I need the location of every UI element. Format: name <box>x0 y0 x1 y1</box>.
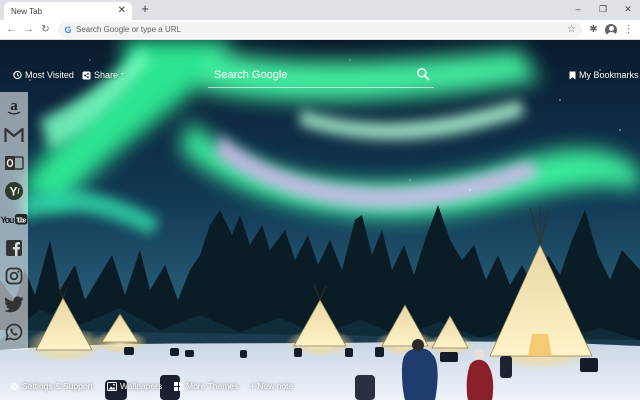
sidebar-item-facebook[interactable] <box>3 237 25 259</box>
omnibox-placeholder: Search Google or type a URL <box>76 25 181 34</box>
tab-new-tab[interactable]: New Tab ✕ <box>4 2 132 20</box>
sidebar-item-whatsapp[interactable] <box>3 321 25 343</box>
gmail-icon <box>4 127 24 142</box>
minimize-button[interactable]: – <box>568 2 588 16</box>
shortcuts-sidebar: a Y / You Tube <box>0 92 28 350</box>
twitter-icon <box>4 296 24 313</box>
forward-button[interactable]: → <box>22 23 35 36</box>
share-icon <box>82 71 91 79</box>
share-link[interactable]: Share + <box>82 70 125 80</box>
search-box <box>208 62 434 88</box>
bookmark-star-icon[interactable]: ☆ <box>567 24 576 36</box>
wallpaper <box>0 40 640 400</box>
share-label: Share <box>94 70 119 80</box>
profile-avatar-icon[interactable] <box>605 24 617 36</box>
new-tab-button[interactable]: + <box>138 2 152 16</box>
amazon-icon: a <box>7 98 21 115</box>
sidebar-item-instagram[interactable] <box>3 265 25 287</box>
sidebar-item-amazon[interactable]: a <box>3 96 25 118</box>
svg-text:Tube: Tube <box>16 218 27 225</box>
bookmark-icon <box>569 71 576 79</box>
sidebar-item-youtube[interactable]: You Tube <box>0 208 28 230</box>
svg-text:You: You <box>1 215 15 225</box>
wallpapers-link[interactable]: Wallpapers <box>107 381 162 391</box>
more-themes-label: More Themes <box>186 381 239 391</box>
close-icon[interactable]: ✕ <box>118 6 126 16</box>
instagram-icon <box>5 267 23 285</box>
settings-support-label: Settings & Support <box>22 381 93 391</box>
facebook-icon <box>6 240 22 256</box>
back-button[interactable]: ← <box>5 23 18 36</box>
most-visited-label: Most Visited <box>25 70 74 80</box>
gear-icon <box>10 382 19 390</box>
more-themes-link[interactable]: More Themes <box>174 381 238 391</box>
search-icon[interactable] <box>416 67 430 81</box>
new-note-label: + New note <box>250 381 294 391</box>
reload-button[interactable]: ↻ <box>39 23 52 36</box>
history-icon <box>12 70 22 80</box>
my-bookmarks-label: My Bookmarks <box>579 70 639 80</box>
sidebar-item-gmail[interactable] <box>3 124 25 146</box>
settings-support-link[interactable]: Settings & Support <box>10 381 93 391</box>
new-note-link[interactable]: + New note <box>250 381 293 391</box>
restore-button[interactable]: ❐ <box>593 2 613 16</box>
tab-title: New Tab <box>11 6 42 16</box>
most-visited-link[interactable]: Most Visited <box>12 70 74 80</box>
sidebar-item-outlook[interactable] <box>3 152 25 174</box>
wallpapers-label: Wallpapers <box>120 381 163 391</box>
omnibox[interactable]: G Search Google or type a URL ☆ <box>58 22 582 38</box>
share-superscript: + <box>121 72 125 78</box>
svg-text:Y: Y <box>9 185 17 199</box>
extensions-icon[interactable]: ✱ <box>587 23 600 36</box>
close-window-button[interactable]: ✕ <box>618 2 638 16</box>
grid-icon <box>174 381 183 391</box>
google-icon: G <box>64 25 72 35</box>
browser-toolbar: ← → ↻ G Search Google or type a URL ☆ ✱ … <box>0 20 640 40</box>
my-bookmarks-link[interactable]: My Bookmarks <box>569 70 639 80</box>
search-input[interactable] <box>214 66 410 84</box>
sidebar-item-twitter[interactable] <box>3 293 25 315</box>
yahoo-icon: Y / <box>5 182 23 200</box>
tab-strip: New Tab ✕ + – ❐ ✕ <box>0 0 640 20</box>
sidebar-item-yahoo[interactable]: Y / <box>3 180 25 202</box>
outlook-icon <box>5 156 24 170</box>
youtube-icon: You Tube <box>1 214 28 225</box>
menu-icon[interactable]: ⋮ <box>622 23 635 36</box>
image-icon <box>107 381 117 391</box>
whatsapp-icon <box>5 323 23 341</box>
aurora-wallpaper-image <box>0 40 640 400</box>
svg-text:a: a <box>10 98 18 114</box>
